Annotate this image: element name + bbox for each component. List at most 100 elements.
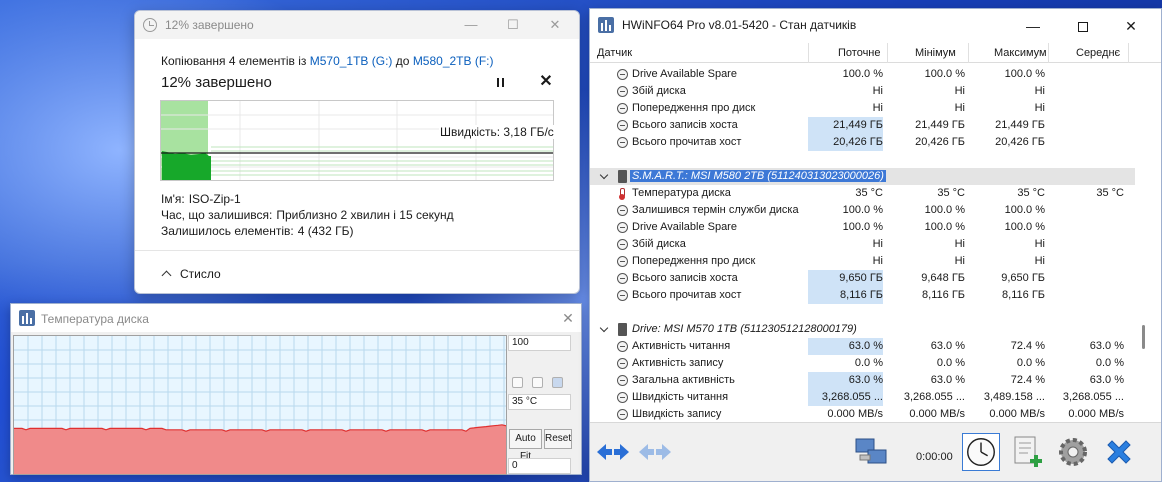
sensor-row[interactable]: Температура диска 35 °C 35 °C 35 °C 35 °C — [590, 185, 1135, 202]
sensor-min-cell: 100.0 % — [924, 68, 965, 80]
sensor-row[interactable]: Залишився термін служби диска 100.0 % 100.… — [590, 202, 1135, 219]
col-sensor[interactable]: Датчик — [597, 47, 632, 59]
sensor-row[interactable]: Всього записів хоста 21,449 ГБ 21,449 ГБ 21… — [590, 117, 1135, 134]
sensor-row[interactable]: Загальна активність 63.0 % 63.0 % 72.4 % 63.… — [590, 372, 1135, 389]
sensors-scrollbar[interactable] — [1138, 63, 1148, 422]
reset-button[interactable]: Reset — [544, 429, 572, 449]
option-checkbox-1[interactable] — [512, 377, 523, 388]
hwinfo-maximize-button[interactable] — [1068, 15, 1098, 37]
sensor-row[interactable]: Попередження про диск Ні Ні Ні — [590, 253, 1135, 270]
sensor-row[interactable]: Активність запису 0.0 % 0.0 % 0.0 % 0.0 % — [590, 355, 1135, 372]
temperature-graph-window: Температура диска ✕ 100 35 °C Auto Fit R… — [10, 303, 582, 475]
sensor-label: Всього прочитав хост — [632, 136, 742, 148]
sensor-max-cell: 8,116 ГБ — [1002, 289, 1045, 301]
sensor-label: Температура диска — [632, 187, 731, 199]
chevron-down-icon[interactable] — [599, 323, 609, 333]
sensor-row[interactable]: Швидкість запису 0.000 MB/s 0.000 MB/s 0.00… — [590, 406, 1135, 422]
sensor-label: Всього записів хоста — [632, 272, 738, 284]
sensor-cur-cell: 63.0 % — [808, 372, 883, 389]
sensor-icon — [617, 86, 628, 97]
sensor-avg-cell: 63.0 % — [1089, 340, 1124, 352]
chevron-down-icon[interactable] — [599, 170, 609, 180]
hwinfo-titlebar[interactable]: HWiNFO64 Pro v8.01-5420 - Стан датчиків … — [590, 9, 1161, 41]
sensor-row[interactable]: Активність читання 63.0 % 63.0 % 72.4 % 63.0… — [590, 338, 1135, 355]
temp-titlebar[interactable]: Температура диска ✕ — [11, 304, 581, 332]
sensor-icon — [617, 358, 628, 369]
sensor-icon — [617, 290, 628, 301]
sensor-cur-cell: 100.0 % — [842, 204, 883, 216]
hwinfo-close-button[interactable]: ✕ — [1116, 15, 1146, 37]
sensor-min-cell: 21,449 ГБ — [915, 119, 965, 131]
less-details-button[interactable]: Стисло — [161, 267, 221, 281]
settings-gear-icon[interactable] — [1054, 433, 1092, 471]
name-label: Ім'я: — [161, 192, 185, 206]
hwinfo-app-icon — [598, 17, 614, 33]
sensor-icon — [617, 341, 628, 352]
col-avg[interactable]: Середнє — [1076, 47, 1120, 59]
sensor-row[interactable]: Попередження про диск Ні Ні Ні — [590, 100, 1135, 117]
source-link[interactable]: M570_1TB (G:) — [310, 54, 393, 68]
network-icon[interactable] — [852, 433, 890, 471]
sensor-cur-cell: 63.0 % — [808, 338, 883, 355]
sensor-group-row[interactable]: Drive: MSI M570 1TB (511230512128000179) — [590, 321, 1135, 338]
drive-icon — [618, 323, 627, 336]
option-checkbox-2[interactable] — [532, 377, 543, 388]
copy-desc-prefix: Копіювання 4 елементів із — [161, 54, 307, 68]
col-min[interactable]: Мінімум — [915, 47, 956, 59]
sensor-row[interactable]: Всього записів хоста 9,650 ГБ 9,648 ГБ 9,65… — [590, 270, 1135, 287]
minimize-button[interactable]: — — [461, 15, 481, 35]
temp-window-title: Температура диска — [41, 312, 149, 326]
pause-button[interactable] — [493, 75, 509, 91]
chevron-up-icon — [161, 270, 172, 281]
sensor-avg-cell — [1048, 100, 1124, 117]
sensor-cur-cell: Ні — [872, 102, 883, 114]
cancel-copy-button[interactable]: ✕ — [537, 73, 555, 91]
clock-icon[interactable] — [962, 433, 1000, 471]
speed-graph — [160, 100, 554, 181]
destination-link[interactable]: M580_2TB (F:) — [413, 54, 494, 68]
sensor-label: Всього прочитав хост — [632, 289, 742, 301]
time-line: Час, що залишився: Приблизно 2 хвилин і 1… — [161, 208, 454, 222]
sensor-max-cell: 0.0 % — [1016, 357, 1045, 369]
sensor-avg-cell — [1048, 270, 1124, 287]
sensor-row[interactable]: Всього прочитав хост 8,116 ГБ 8,116 ГБ 8,11… — [590, 287, 1135, 304]
scrollbar-thumb[interactable] — [1142, 325, 1145, 349]
copy-titlebar[interactable]: 12% завершено — ☐ ✕ — [135, 11, 579, 39]
sensor-avg-cell: 0.000 MB/s — [1068, 408, 1124, 420]
sensor-row[interactable]: Збій диска Ні Ні Ні — [590, 236, 1135, 253]
name-value: ISO-Zip-1 — [188, 192, 241, 206]
col-current[interactable]: Поточне — [838, 47, 881, 59]
sensor-max-cell: 72.4 % — [1010, 374, 1045, 386]
graph-max-field: 100 — [508, 335, 571, 351]
sensor-row[interactable]: Drive Available Spare 100.0 % 100.0 % 100.0… — [590, 219, 1135, 236]
sensor-group-row[interactable]: S.M.A.R.T.: MSI M580 2TB (51124031302300… — [590, 168, 1135, 185]
option-checkbox-3[interactable] — [552, 377, 563, 388]
sensor-icon — [617, 256, 628, 267]
nav-left-right-icon[interactable] — [594, 433, 632, 471]
nav-collapse-icon[interactable] — [636, 433, 674, 471]
copy-percent-label: 12% завершено — [161, 74, 272, 91]
sensor-cur-cell: 100.0 % — [842, 221, 883, 233]
copy-description: Копіювання 4 елементів із M570_1TB (G:) … — [161, 54, 494, 68]
sensor-row[interactable]: Всього прочитав хост 20,426 ГБ 20,426 ГБ 20… — [590, 134, 1135, 151]
speed-label: Швидкість: 3,18 ГБ/с — [439, 125, 555, 139]
pause-icon — [497, 78, 499, 87]
less-details-label: Стисло — [180, 267, 221, 281]
hwinfo-minimize-button[interactable]: — — [1018, 15, 1048, 37]
report-add-icon[interactable] — [1008, 433, 1046, 471]
sensor-row[interactable]: Швидкість читання 3,268.055 ... 3,268.055 … — [590, 389, 1135, 406]
maximize-button[interactable]: ☐ — [503, 15, 523, 35]
temp-close-button[interactable]: ✕ — [559, 309, 577, 327]
sensor-label: Активність запису — [632, 357, 724, 369]
sensors-table: Датчик Поточне Мінімум Максимум Середнє … — [590, 43, 1161, 422]
close-button[interactable]: ✕ — [545, 15, 565, 35]
hwinfo-sensors-window: HWiNFO64 Pro v8.01-5420 - Стан датчиків … — [589, 8, 1162, 482]
auto-fit-button[interactable]: Auto Fit — [509, 429, 542, 462]
close-icon[interactable] — [1100, 433, 1138, 471]
sensor-avg-cell: 0.0 % — [1095, 357, 1124, 369]
sensor-row[interactable]: Збій диска Ні Ні Ні — [590, 83, 1135, 100]
copy-progress-dialog: 12% завершено — ☐ ✕ Копіювання 4 елемент… — [134, 10, 580, 294]
sensor-row[interactable]: Drive Available Spare 100.0 % 100.0 % 100.0… — [590, 66, 1135, 83]
sensor-min-cell: 63.0 % — [930, 340, 965, 352]
col-max[interactable]: Максимум — [994, 47, 1047, 59]
